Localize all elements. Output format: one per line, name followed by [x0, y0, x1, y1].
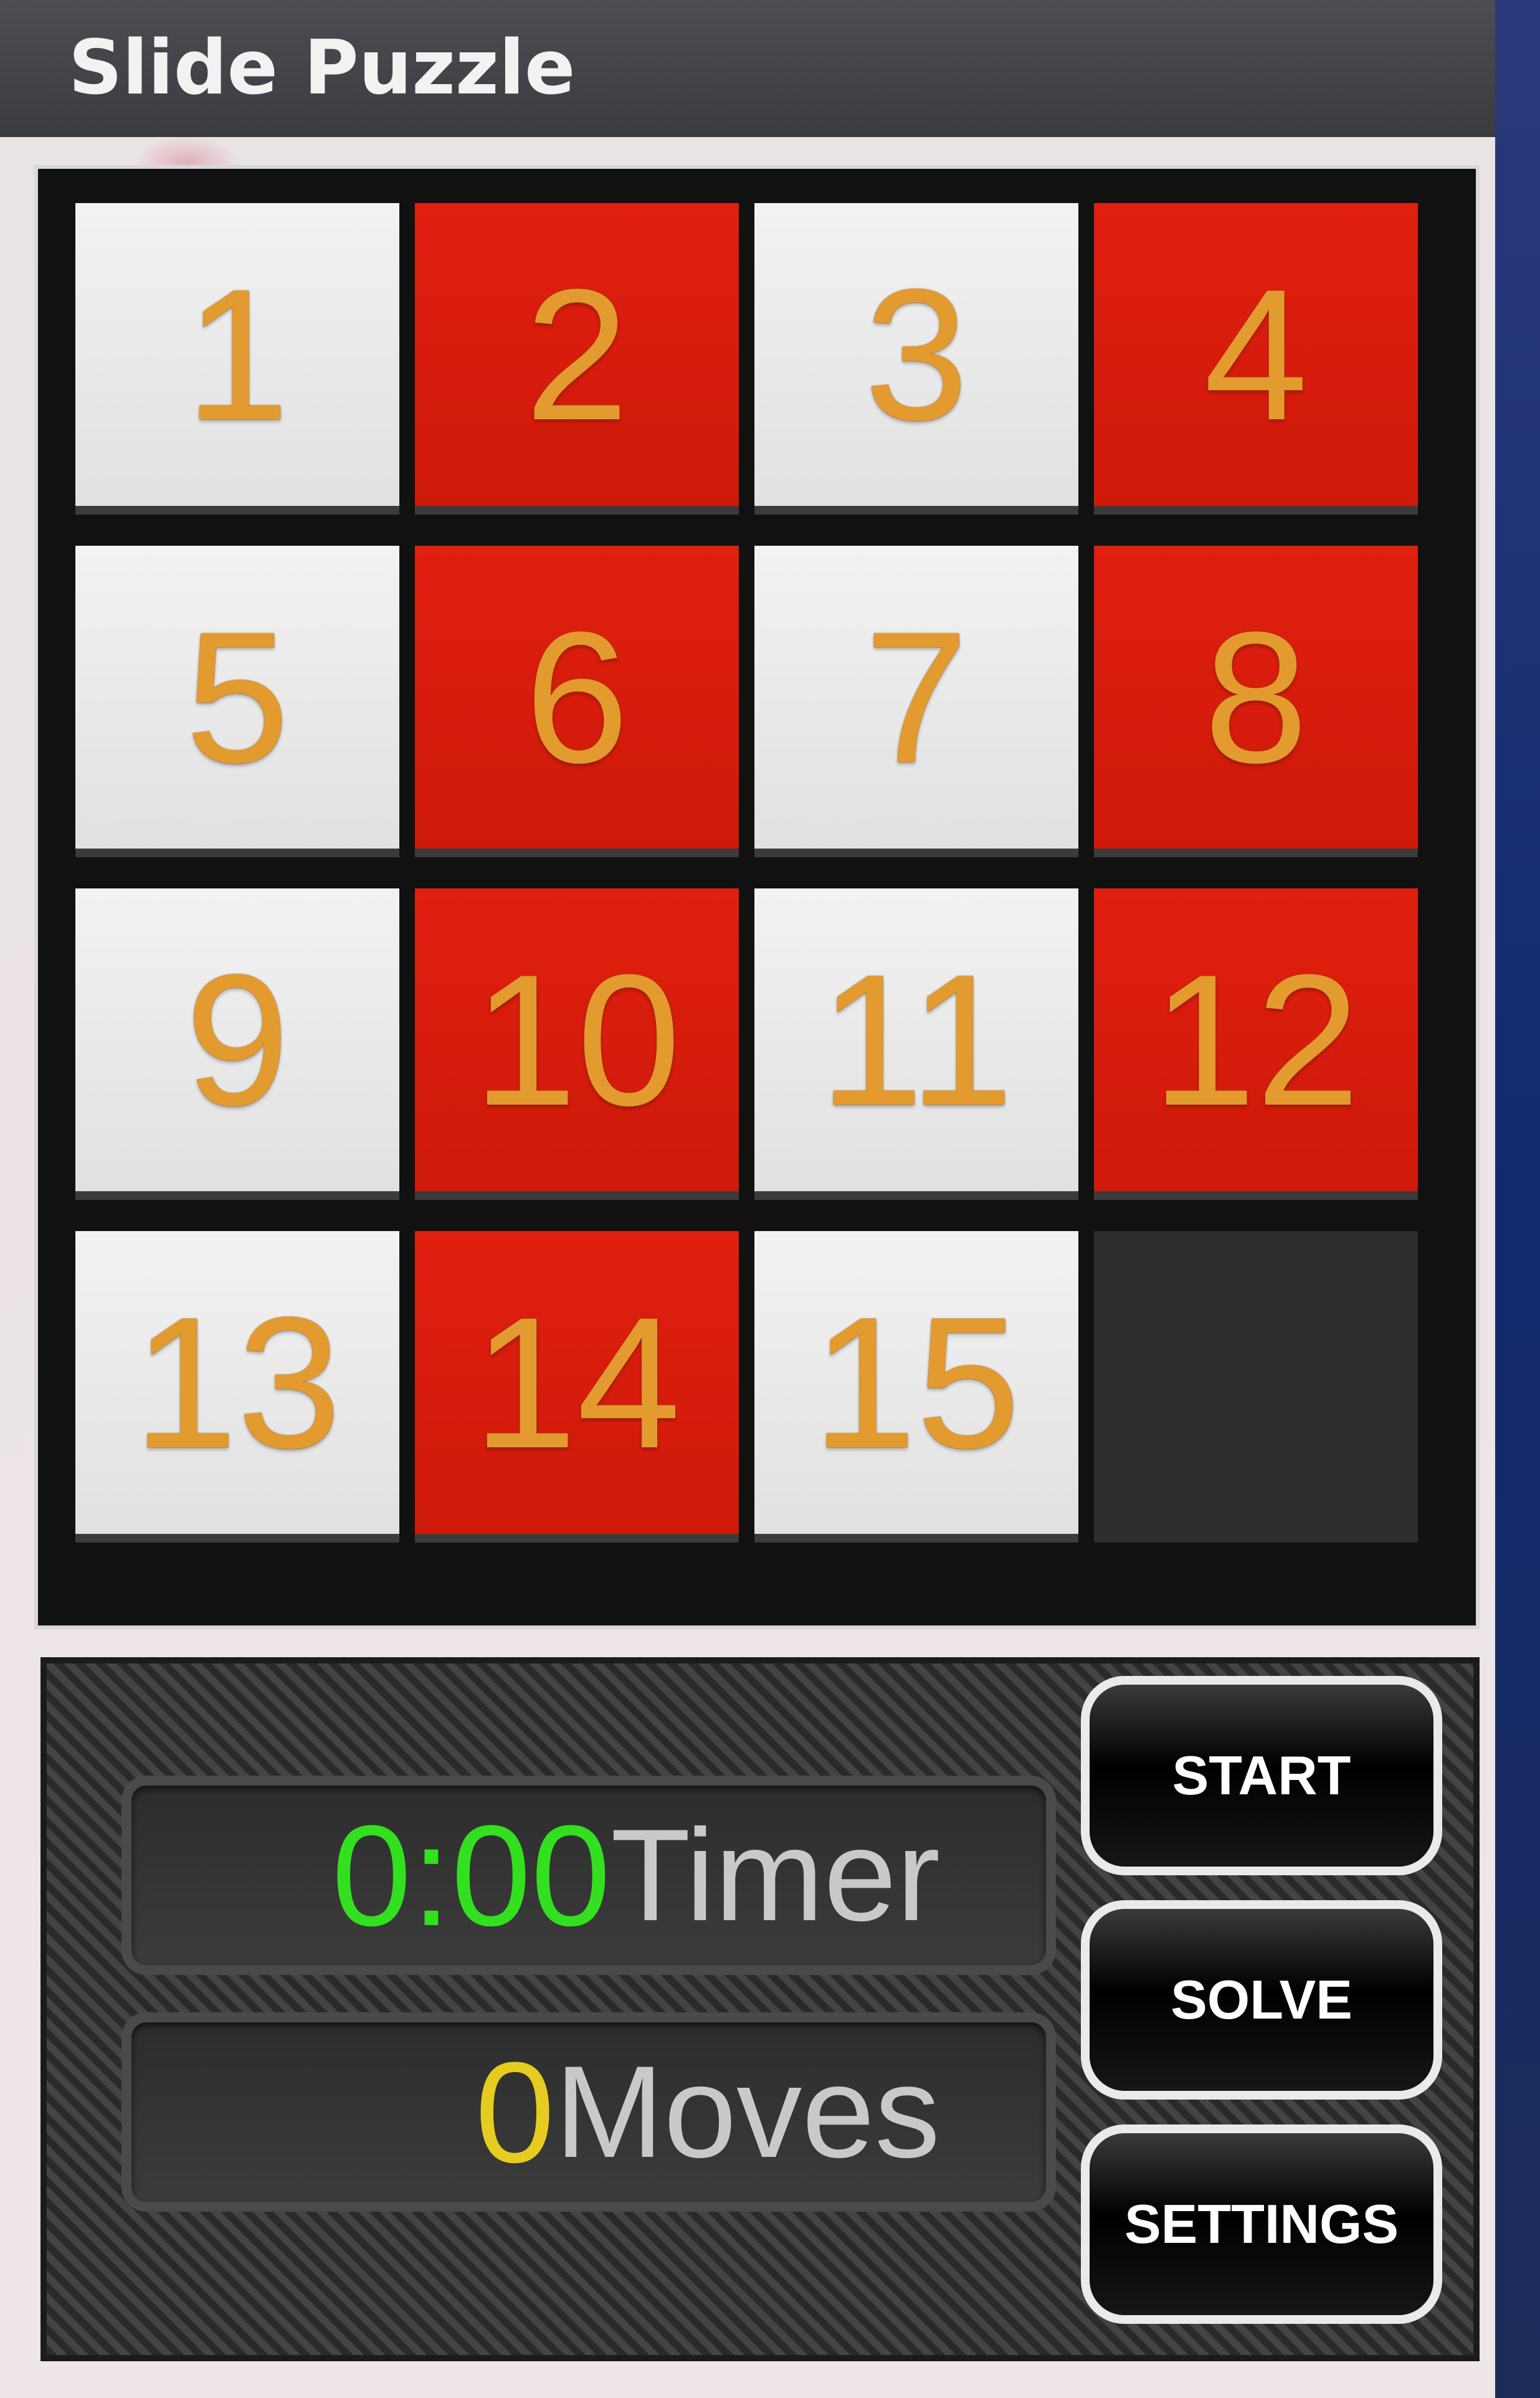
puzzle-tile[interactable]: 14 — [415, 1231, 739, 1543]
timer-label: Timer — [611, 1802, 940, 1948]
puzzle-tile[interactable]: 2 — [415, 203, 739, 515]
title-bar: Slide Puzzle — [0, 0, 1495, 137]
puzzle-tile[interactable]: 13 — [75, 1231, 399, 1543]
puzzle-tile[interactable]: 6 — [415, 546, 739, 857]
puzzle-tile[interactable]: 9 — [75, 888, 399, 1200]
background-edge — [1495, 0, 1540, 2398]
timer-display: 0:00 Timer — [121, 1776, 1056, 1975]
solve-button[interactable]: SOLVE — [1081, 1900, 1442, 2100]
puzzle-tile[interactable]: 12 — [1094, 888, 1418, 1200]
puzzle-tile[interactable]: 10 — [415, 888, 739, 1200]
app-window: Slide Puzzle 1 2 3 4 5 6 7 8 9 10 11 12 … — [0, 0, 1495, 2398]
puzzle-tile[interactable]: 7 — [754, 546, 1078, 857]
puzzle-tile[interactable]: 5 — [75, 546, 399, 857]
puzzle-tile[interactable]: 3 — [754, 203, 1078, 515]
moves-display: 0 Moves — [121, 2012, 1056, 2212]
timer-value: 0:00 — [331, 1795, 611, 1956]
start-button[interactable]: START — [1081, 1676, 1442, 1875]
app-title: Slide Puzzle — [69, 25, 576, 112]
puzzle-board: 1 2 3 4 5 6 7 8 9 10 11 12 13 14 15 — [34, 165, 1480, 1629]
moves-value: 0 — [475, 2032, 555, 2192]
puzzle-tile[interactable]: 4 — [1094, 203, 1418, 515]
control-panel: 0:00 Timer 0 Moves START SOLVE SETTINGS — [40, 1657, 1480, 2361]
puzzle-tile[interactable]: 11 — [754, 888, 1078, 1200]
empty-slot[interactable] — [1094, 1231, 1418, 1543]
puzzle-tile[interactable]: 15 — [754, 1231, 1078, 1543]
settings-button[interactable]: SETTINGS — [1081, 2124, 1442, 2324]
moves-label: Moves — [554, 2039, 940, 2185]
puzzle-tile[interactable]: 1 — [75, 203, 399, 515]
puzzle-tile[interactable]: 8 — [1094, 546, 1418, 857]
